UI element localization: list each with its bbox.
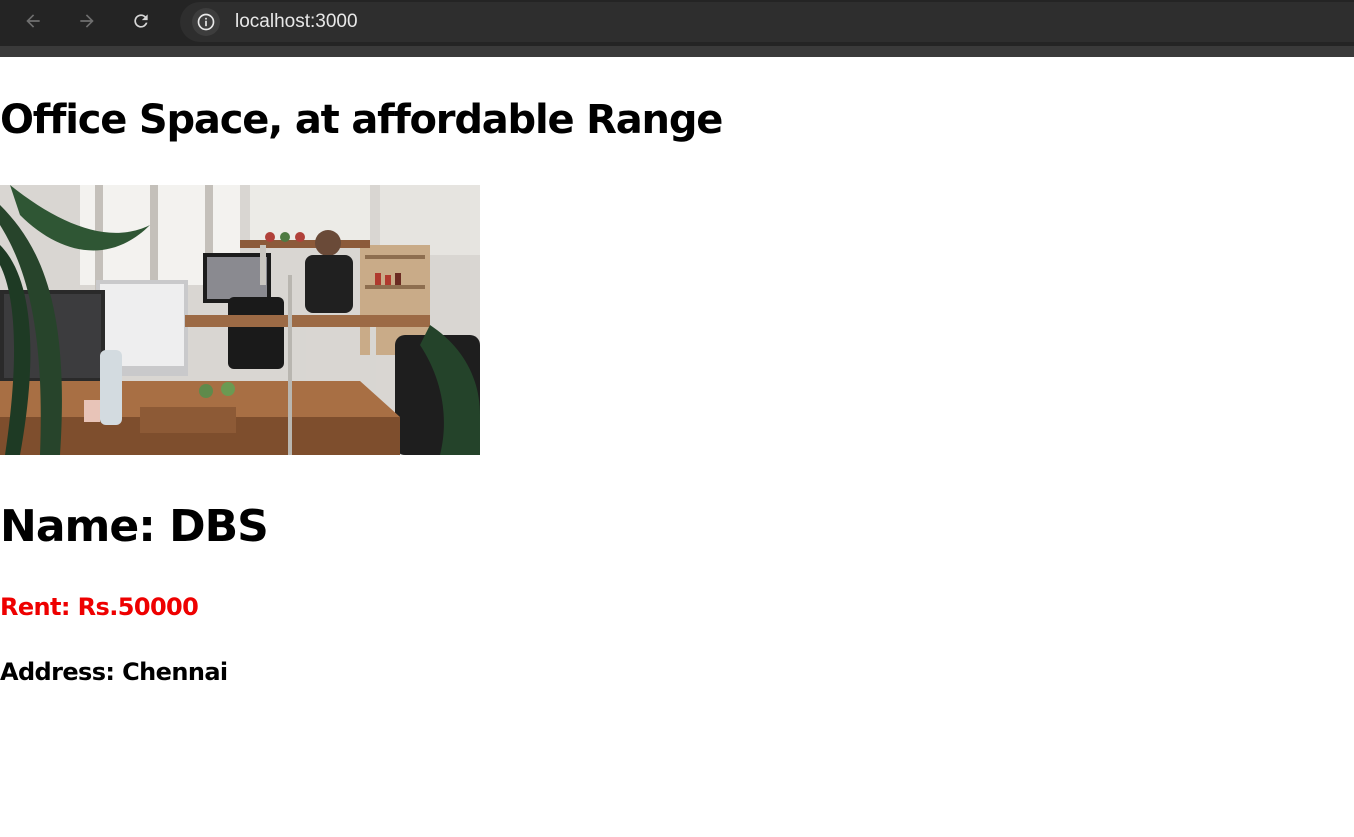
browser-toolbar: localhost:3000 [0,0,1354,46]
site-info-button[interactable] [192,8,220,36]
forward-button[interactable] [73,7,101,35]
page-title: Office Space, at affordable Range [0,97,723,143]
url-text[interactable]: localhost:3000 [235,11,358,33]
office-address: Address: Chennai [0,658,228,686]
page-content: Office Space, at affordable Range Name: … [0,57,1354,837]
address-bar[interactable]: localhost:3000 [180,2,1354,42]
toolbar-divider [0,46,1354,57]
reload-button[interactable] [127,7,155,35]
office-rent: Rent: Rs.50000 [0,593,199,621]
reload-icon [134,14,148,28]
office-name: Name: DBS [0,501,269,552]
info-icon [197,13,215,31]
office-photo [0,185,480,455]
arrow-right-icon [80,14,94,28]
back-button[interactable] [19,7,47,35]
office-photo-illustration [0,185,480,455]
arrow-left-icon [26,14,40,28]
